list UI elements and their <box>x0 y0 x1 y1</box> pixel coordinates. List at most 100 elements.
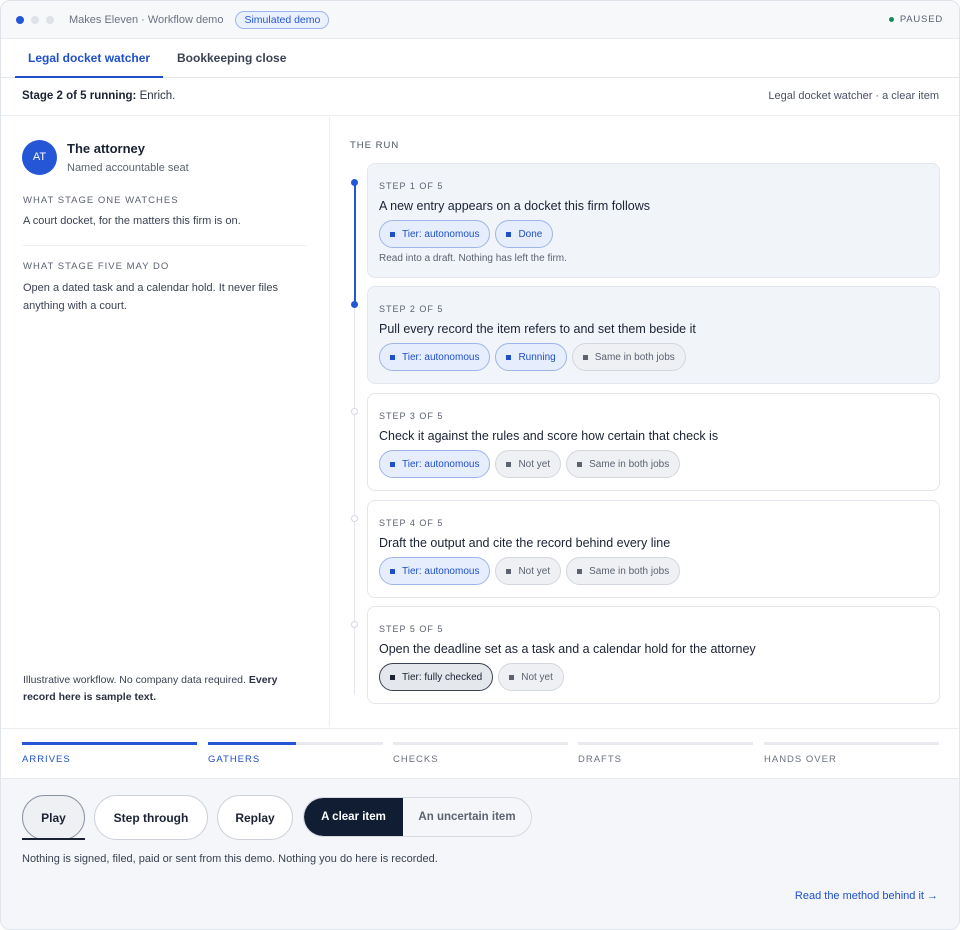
status-chip: Not yet <box>498 663 564 691</box>
step-number: STEP 2 OF 5 <box>379 304 444 314</box>
step-note: Read into a draft. Nothing has left the … <box>379 253 567 264</box>
progress-stage-hands-over: HANDS OVER <box>764 742 939 765</box>
stage-prefix: Stage 2 of 5 running: <box>22 90 137 102</box>
step-number: STEP 4 OF 5 <box>379 518 444 528</box>
chip-square-icon <box>577 568 583 574</box>
may-do-heading: WHAT STAGE FIVE MAY DO <box>23 261 170 272</box>
step-number: STEP 3 OF 5 <box>379 411 444 421</box>
step-card-2: STEP 2 OF 5 Pull every record the item r… <box>367 286 940 384</box>
tier-chip: Tier: autonomous <box>379 343 491 371</box>
paused-status: PAUSED <box>888 14 943 25</box>
timeline-dot-done-icon <box>351 179 358 186</box>
progress-fill <box>22 742 197 745</box>
chip-label: Tier: autonomous <box>402 458 480 470</box>
may-do-text: Open a dated task and a calendar hold. I… <box>23 282 278 312</box>
avatar: AT <box>22 140 57 175</box>
progress-stage-arrives: ARRIVES <box>22 742 197 765</box>
demo-controls: Play Step through Replay A clear item An… <box>1 778 959 929</box>
step-card-5: STEP 5 OF 5 Open the deadline set as a t… <box>367 606 940 704</box>
step-through-button[interactable]: Step through <box>94 795 208 840</box>
progress-bar <box>208 742 383 745</box>
chip-label: Same in both jobs <box>594 351 675 363</box>
chip-label: Same in both jobs <box>589 458 670 470</box>
method-link[interactable]: Read the method behind it → <box>795 890 938 902</box>
stage-progress: ARRIVES GATHERS CHECKS DRAFTS HANDS OVER <box>1 728 959 778</box>
step-chips: Tier: autonomous Done <box>379 220 558 248</box>
same-in-both-chip: Same in both jobs <box>566 450 681 478</box>
chip-label: Same in both jobs <box>589 565 670 577</box>
chip-label: Tier: autonomous <box>402 228 480 240</box>
play-button[interactable]: Play <box>22 795 85 840</box>
item-type-toggle: A clear item An uncertain item <box>303 797 532 837</box>
progress-stage-drafts: DRAFTS <box>578 742 753 765</box>
timeline-dot-pending-icon <box>351 515 358 522</box>
progress-bar <box>578 742 753 745</box>
window-dot-icon <box>46 15 54 24</box>
timeline-dot-running-icon <box>351 301 358 308</box>
tier-chip: Tier: autonomous <box>379 220 491 248</box>
step-title: Draft the output and cite the record beh… <box>379 536 671 550</box>
step-title: A new entry appears on a docket this fir… <box>379 199 650 213</box>
chip-label: Not yet <box>518 565 551 577</box>
step-chips: Tier: fully checked Not yet <box>379 663 569 691</box>
chip-label: Tier: autonomous <box>402 351 480 363</box>
tier-chip: Tier: autonomous <box>379 557 491 585</box>
chip-label: Not yet <box>521 671 553 683</box>
replay-button[interactable]: Replay <box>217 795 293 840</box>
tab-legal-docket-watcher[interactable]: Legal docket watcher <box>15 39 164 78</box>
uncertain-item-option[interactable]: An uncertain item <box>403 798 531 836</box>
chip-square-icon <box>582 354 588 360</box>
status-chip: Not yet <box>495 450 562 478</box>
chip-square-icon <box>509 674 515 680</box>
progress-bar <box>22 742 197 745</box>
tier-chip: Tier: fully checked <box>379 663 494 691</box>
tab-bookkeeping-close[interactable]: Bookkeeping close <box>164 39 299 78</box>
chip-square-icon <box>506 461 512 467</box>
chip-square-icon <box>390 674 395 680</box>
simulated-demo-badge: Simulated demo <box>235 10 330 29</box>
same-in-both-chip: Same in both jobs <box>566 557 681 585</box>
chip-label: Tier: autonomous <box>402 565 480 577</box>
paused-label: PAUSED <box>899 14 943 25</box>
step-title: Pull every record the item refers to and… <box>379 322 696 336</box>
status-chip: Done <box>495 220 554 248</box>
clear-item-option[interactable]: A clear item <box>304 798 403 836</box>
watches-text: A court docket, for the matters this fir… <box>23 215 241 227</box>
step-number: STEP 1 OF 5 <box>379 181 444 191</box>
status-chip: Running <box>495 343 567 371</box>
play-focus-underline <box>22 838 85 840</box>
timeline-progress <box>354 182 356 304</box>
seat-role: Named accountable seat <box>67 162 189 174</box>
divider <box>23 245 307 246</box>
window-dot-active-icon <box>16 15 24 24</box>
stage-status-row: Stage 2 of 5 running: Enrich. Legal dock… <box>1 78 959 116</box>
step-number: STEP 5 OF 5 <box>379 624 444 634</box>
stage-label: Stage 2 of 5 running: Enrich. <box>22 90 175 102</box>
chip-label: Tier: fully checked <box>402 671 483 683</box>
chip-square-icon <box>390 461 395 467</box>
tier-chip: Tier: autonomous <box>379 450 491 478</box>
chip-label: Done <box>518 228 543 240</box>
disclaimer-note: Nothing is signed, filed, paid or sent f… <box>22 853 438 865</box>
progress-label: GATHERS <box>208 754 261 765</box>
stage-name: Enrich. <box>139 90 176 102</box>
status-dot-icon <box>888 17 894 22</box>
progress-stage-gathers: GATHERS <box>208 742 383 765</box>
timeline-dot-pending-icon <box>351 621 358 628</box>
progress-label: CHECKS <box>393 754 439 765</box>
workflow-tabs: Legal docket watcher Bookkeeping close <box>1 39 959 78</box>
seat-name: The attorney <box>67 141 146 156</box>
step-card-4: STEP 4 OF 5 Draft the output and cite th… <box>367 500 940 598</box>
step-card-1: STEP 1 OF 5 A new entry appears on a doc… <box>367 163 940 278</box>
illustrative-note-plain: Illustrative workflow. No company data r… <box>23 674 246 686</box>
progress-stage-checks: CHECKS <box>393 742 568 765</box>
chip-square-icon <box>390 231 395 237</box>
progress-label: ARRIVES <box>22 754 71 765</box>
same-in-both-chip: Same in both jobs <box>571 343 686 371</box>
progress-label: HANDS OVER <box>764 754 837 765</box>
progress-bar <box>764 742 939 745</box>
progress-bar <box>393 742 568 745</box>
workflow-item-label: Legal docket watcher · a clear item <box>768 90 939 102</box>
chip-square-icon <box>577 461 583 467</box>
chip-square-icon <box>390 354 395 360</box>
